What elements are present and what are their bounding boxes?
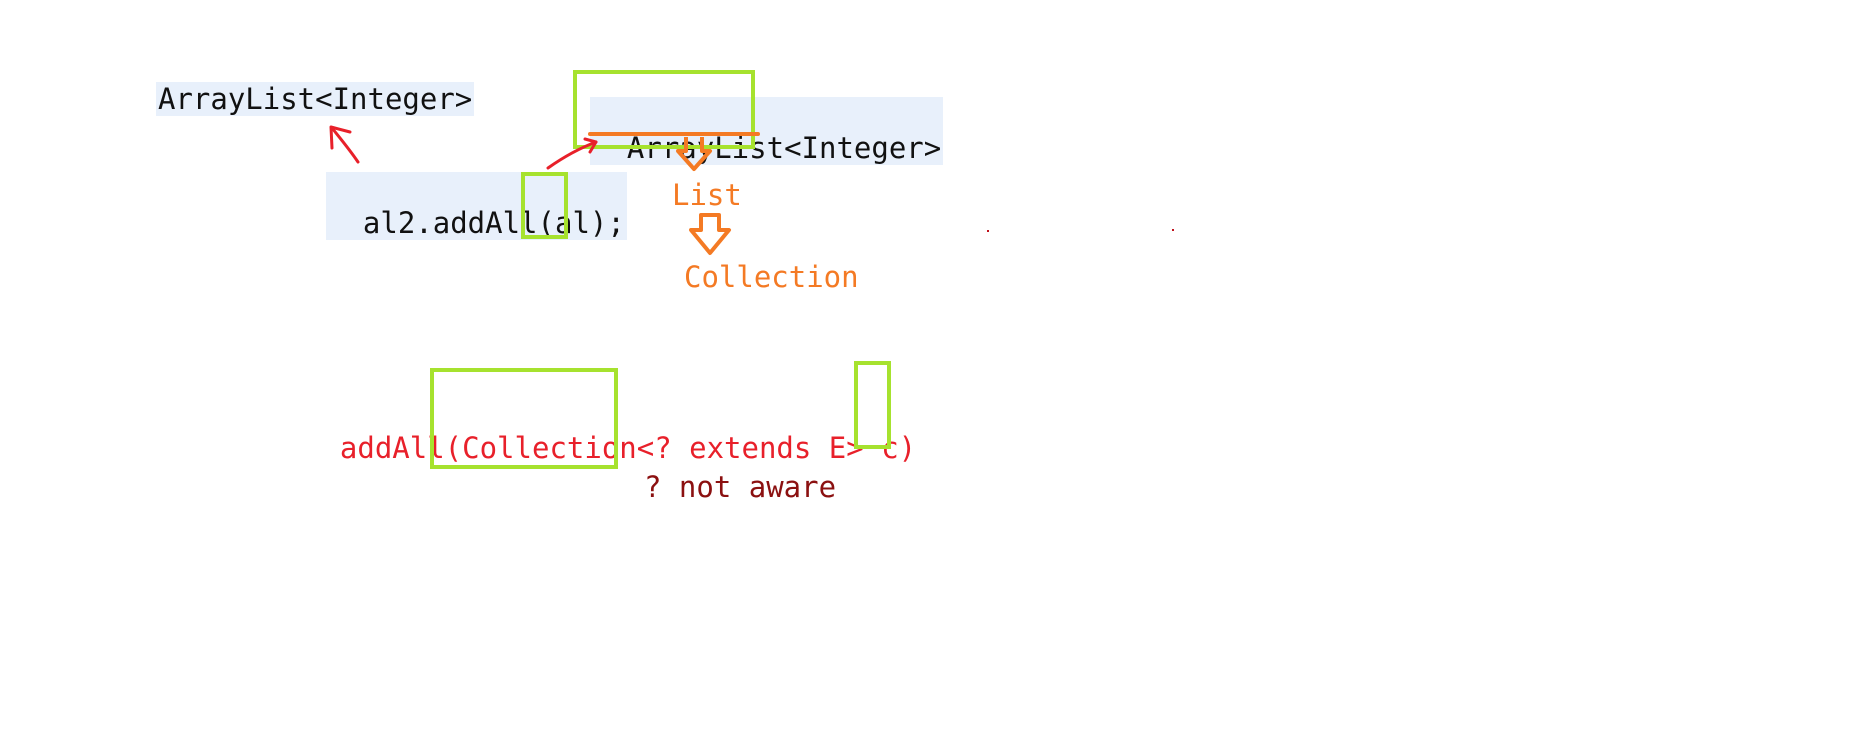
hierarchy-collection-label: Collection [684, 260, 859, 294]
addall-call-line: al2.addAll(al); [326, 172, 627, 240]
highlight-box-arraylist [573, 70, 755, 149]
red-up-arrowhead-icon [329, 125, 352, 150]
call-suffix: ); [589, 206, 625, 240]
highlight-box-al-arg [521, 172, 568, 239]
highlight-box-collection-param [430, 368, 618, 469]
highlight-box-c-param [854, 361, 891, 449]
hierarchy-list-label: List [672, 178, 742, 212]
stray-dot [987, 230, 989, 232]
signature-suffix: ) [898, 431, 917, 465]
not-aware-note: ? not aware [644, 470, 837, 504]
right-type-generic: <Integer> [784, 131, 942, 165]
orange-down-arrow-icon-2 [689, 213, 731, 255]
red-up-arrow-icon [330, 126, 360, 164]
left-type-label: ArrayList<Integer> [156, 82, 475, 116]
stray-dot [1172, 229, 1174, 231]
signature-generic: <? extends E> [636, 431, 882, 465]
